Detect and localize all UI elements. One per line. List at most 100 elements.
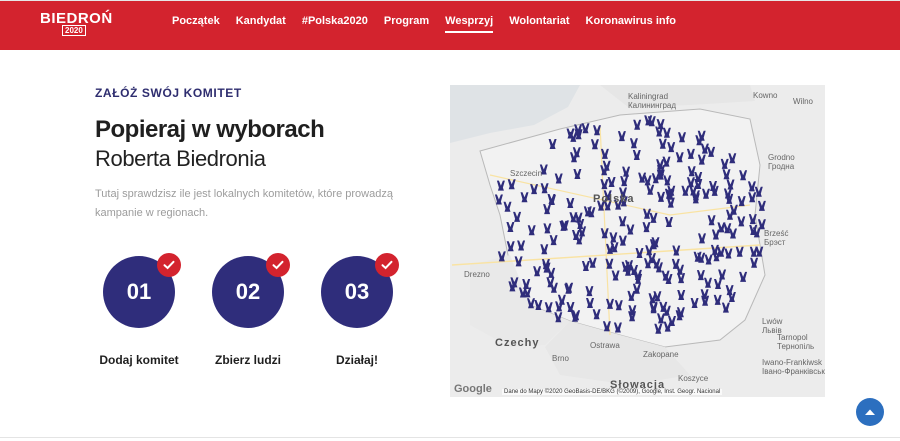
committee-marker[interactable] [548, 139, 557, 149]
committee-marker[interactable] [656, 119, 665, 130]
committee-marker[interactable] [546, 277, 555, 288]
committee-marker[interactable] [573, 169, 582, 179]
committee-marker[interactable] [607, 177, 616, 187]
committee-marker[interactable] [627, 290, 636, 301]
committee-marker[interactable] [663, 321, 672, 332]
committee-marker[interactable] [754, 186, 763, 197]
committee-marker[interactable] [686, 177, 695, 188]
nav-item-kandydat[interactable]: Kandydat [236, 14, 286, 33]
committee-marker[interactable] [697, 130, 706, 141]
committee-marker[interactable] [626, 224, 635, 235]
committee-marker[interactable] [629, 138, 638, 149]
committee-marker[interactable] [544, 302, 553, 313]
committee-marker[interactable] [520, 192, 529, 203]
nav-item-koronawirus[interactable]: Koronawirus info [586, 14, 676, 33]
committee-marker[interactable] [748, 214, 757, 225]
committee-marker[interactable] [649, 303, 658, 314]
nav-item-program[interactable]: Program [384, 14, 429, 33]
committee-marker[interactable] [586, 298, 594, 308]
committee-marker[interactable] [507, 179, 516, 190]
committee-marker[interactable] [527, 225, 536, 236]
committee-marker[interactable] [735, 246, 744, 257]
committee-marker[interactable] [697, 154, 706, 165]
committee-marker[interactable] [714, 279, 722, 289]
committee-marker[interactable] [494, 194, 503, 205]
committee-marker[interactable] [728, 153, 737, 164]
committee-marker[interactable] [726, 179, 735, 190]
committee-marker[interactable] [533, 266, 542, 277]
committee-marker[interactable] [658, 138, 667, 149]
committee-marker[interactable] [588, 257, 597, 268]
committee-marker[interactable] [672, 245, 681, 256]
map-attribution[interactable]: Dane do Mapy ©2020 GeoBasis-DE/BKG (©200… [502, 389, 723, 395]
committee-marker[interactable] [654, 323, 663, 334]
committee-marker[interactable] [606, 298, 614, 309]
committee-marker[interactable] [611, 270, 620, 281]
committee-marker[interactable] [554, 173, 563, 184]
committee-marker[interactable] [622, 166, 631, 177]
committee-marker[interactable] [649, 212, 658, 223]
committee-marker[interactable] [722, 169, 731, 180]
committee-marker[interactable] [687, 166, 696, 177]
committee-marker[interactable] [663, 175, 672, 186]
committee-marker[interactable] [657, 191, 665, 202]
committee-marker[interactable] [530, 184, 539, 195]
committees-map[interactable]: Kowno Wilno Kaliningrad Калининград Grod… [450, 85, 825, 397]
committee-marker[interactable] [737, 196, 746, 207]
committee-marker[interactable] [503, 201, 512, 212]
committee-marker[interactable] [704, 254, 713, 265]
committee-marker[interactable] [739, 170, 748, 181]
committee-marker[interactable] [757, 200, 766, 211]
committee-marker[interactable] [690, 298, 699, 308]
nav-item-wolontariat[interactable]: Wolontariat [509, 14, 569, 33]
committee-marker[interactable] [737, 216, 746, 227]
committee-marker[interactable] [720, 158, 729, 169]
committee-marker[interactable] [543, 204, 552, 215]
committee-marker[interactable] [632, 150, 641, 160]
committee-marker[interactable] [600, 179, 609, 190]
committee-marker[interactable] [497, 251, 506, 262]
committee-marker[interactable] [681, 185, 690, 196]
committee-marker[interactable] [642, 222, 651, 233]
committee-marker[interactable] [600, 148, 609, 159]
committee-marker[interactable] [704, 277, 712, 288]
committee-marker[interactable] [747, 181, 756, 192]
committee-marker[interactable] [602, 160, 611, 171]
nav-item-poczatek[interactable]: Początek [172, 14, 220, 33]
committee-marker[interactable] [581, 261, 590, 271]
committee-marker[interactable] [543, 223, 552, 234]
committee-marker[interactable] [555, 301, 564, 312]
committee-marker[interactable] [698, 233, 706, 244]
committee-marker[interactable] [750, 257, 759, 268]
committee-marker[interactable] [718, 269, 727, 280]
committee-marker[interactable] [678, 132, 686, 143]
committee-marker[interactable] [667, 142, 676, 153]
committee-marker[interactable] [585, 286, 594, 297]
committee-marker[interactable] [618, 235, 627, 246]
committee-marker[interactable] [721, 302, 730, 313]
committee-marker[interactable] [527, 298, 535, 309]
committee-marker[interactable] [602, 321, 611, 332]
committee-marker[interactable] [592, 309, 601, 320]
committee-marker[interactable] [617, 131, 626, 142]
committee-marker[interactable] [696, 270, 705, 281]
committee-marker[interactable] [534, 300, 543, 310]
committee-marker[interactable] [749, 246, 758, 257]
committee-marker[interactable] [513, 211, 522, 222]
nav-item-polska2020[interactable]: #Polska2020 [302, 14, 368, 33]
committee-marker[interactable] [517, 240, 526, 251]
committee-marker[interactable] [566, 198, 575, 208]
committee-marker[interactable] [724, 248, 733, 259]
committee-marker[interactable] [605, 258, 614, 269]
scroll-top-button[interactable] [856, 398, 884, 426]
committee-marker[interactable] [506, 222, 515, 232]
committee-marker[interactable] [707, 146, 716, 157]
committee-marker[interactable] [581, 123, 590, 134]
committee-marker[interactable] [620, 176, 629, 187]
committee-marker[interactable] [618, 216, 627, 227]
committee-marker[interactable] [609, 232, 618, 243]
committee-marker[interactable] [739, 271, 748, 282]
committee-marker[interactable] [496, 180, 505, 191]
committee-marker[interactable] [748, 192, 757, 203]
committee-marker[interactable] [506, 241, 515, 252]
